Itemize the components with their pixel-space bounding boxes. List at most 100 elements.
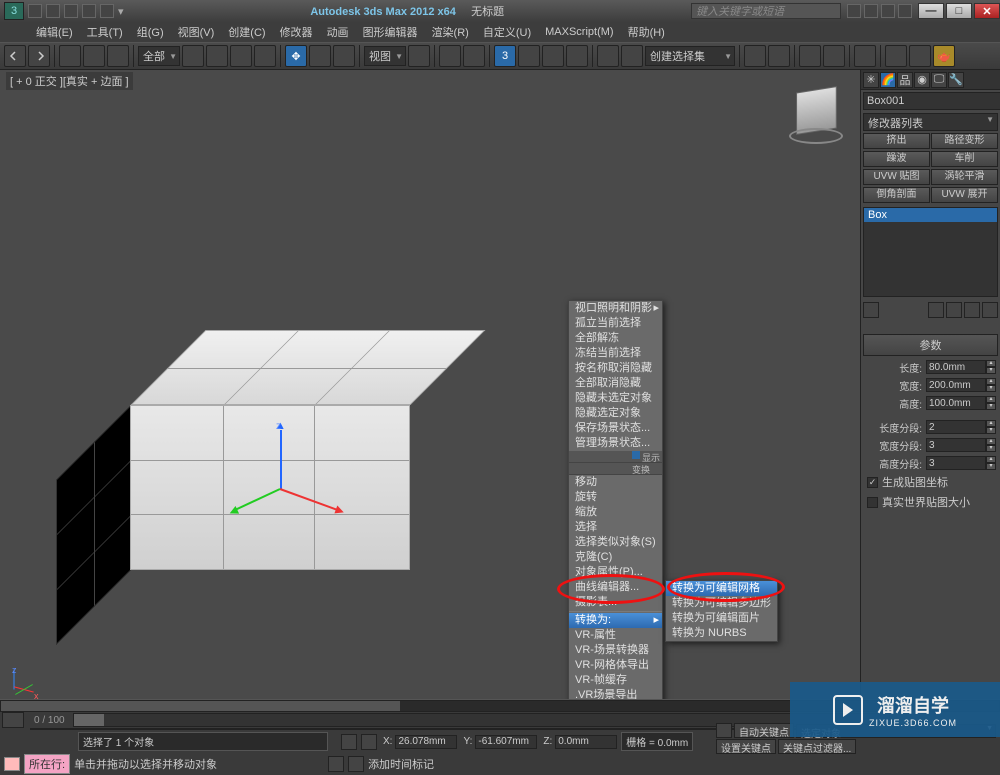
context-item[interactable]: 保存场景状态... <box>569 421 662 436</box>
viewport-label[interactable]: [ + 0 正交 ][真实 + 边面 ] <box>6 72 133 90</box>
close-button[interactable]: ✕ <box>974 3 1000 19</box>
menu-views[interactable]: 视图(V) <box>172 22 221 42</box>
show-end-result-icon[interactable] <box>928 302 944 318</box>
favorites-icon[interactable] <box>881 4 895 18</box>
unlink-button[interactable] <box>83 45 105 67</box>
modifier-button[interactable]: 挤出 <box>863 133 930 149</box>
snap-toggle-button[interactable]: 3 <box>494 45 516 67</box>
menu-create[interactable]: 创建(C) <box>222 22 271 42</box>
set-key-icon[interactable] <box>716 723 732 738</box>
percent-snap-button[interactable] <box>542 45 564 67</box>
qat-icon[interactable] <box>82 4 96 18</box>
ref-coord-dropdown[interactable]: 视图 <box>364 46 406 66</box>
qat-icon[interactable] <box>28 4 42 18</box>
time-tag-icon[interactable] <box>348 756 364 772</box>
modifier-button[interactable]: 倒角剖面 <box>863 187 930 203</box>
submenu-item-editable-mesh[interactable]: 转换为可编辑网格 <box>666 581 777 596</box>
key-filters-button[interactable]: 关键点过滤器... <box>778 739 856 754</box>
select-manipulate-button[interactable] <box>439 45 461 67</box>
selection-filter-dropdown[interactable]: 全部 <box>138 46 180 66</box>
context-item[interactable]: VR-属性 <box>569 628 662 643</box>
select-region-button[interactable] <box>230 45 252 67</box>
select-and-move-button[interactable]: ✥ <box>285 45 307 67</box>
create-tab-icon[interactable]: ✳ <box>863 72 879 88</box>
context-item-clone[interactable]: 克隆(C) <box>569 550 662 565</box>
lock-selection-icon[interactable] <box>341 734 357 750</box>
set-key-button[interactable]: 设置关键点 <box>716 739 776 754</box>
infocenter-icon[interactable] <box>847 4 861 18</box>
material-editor-button[interactable] <box>854 45 876 67</box>
named-selection-sets-dropdown[interactable]: 创建选择集 <box>645 46 735 66</box>
viewcube[interactable] <box>786 80 846 140</box>
context-item[interactable]: VR-帧缓存 <box>569 673 662 688</box>
render-production-button[interactable]: 🫖 <box>933 45 955 67</box>
modifier-button[interactable]: 躁波 <box>863 151 930 167</box>
spinner-snap-button[interactable] <box>566 45 588 67</box>
context-item[interactable]: VR-场景转换器 <box>569 643 662 658</box>
render-setup-button[interactable] <box>885 45 907 67</box>
script-listener-icon[interactable] <box>4 757 20 771</box>
modifier-list-dropdown[interactable]: 修改器列表 <box>863 113 998 131</box>
context-item[interactable]: 隐藏选定对象 <box>569 406 662 421</box>
keyboard-shortcut-button[interactable] <box>463 45 485 67</box>
context-item-convert-to[interactable]: 转换为: <box>569 613 662 628</box>
help-icon[interactable] <box>898 4 912 18</box>
param-wseg-spinner[interactable]: 3 <box>926 438 986 452</box>
redo-button[interactable] <box>28 45 50 67</box>
submenu-item-editable-poly[interactable]: 转换为可编辑多边形 <box>666 596 777 611</box>
display-tab-icon[interactable]: 🖵 <box>931 72 947 88</box>
menu-group[interactable]: 组(G) <box>131 22 170 42</box>
remove-modifier-icon[interactable] <box>964 302 980 318</box>
menu-animation[interactable]: 动画 <box>321 22 355 42</box>
angle-snap-button[interactable] <box>518 45 540 67</box>
context-item-scale[interactable]: 缩放 <box>569 505 662 520</box>
context-item[interactable]: 全部解冻 <box>569 331 662 346</box>
make-unique-icon[interactable] <box>946 302 962 318</box>
stack-item-box[interactable]: Box <box>864 208 997 222</box>
modifier-button[interactable]: 车削 <box>931 151 998 167</box>
context-item[interactable]: 摄影表... <box>569 595 662 610</box>
coord-x-field[interactable]: 26.078mm <box>395 735 457 749</box>
auto-key-button[interactable]: 自动关键点 <box>734 723 794 738</box>
modifier-button[interactable]: UVW 贴图 <box>863 169 930 185</box>
context-item[interactable]: 隐藏未选定对象 <box>569 391 662 406</box>
param-width-spinner[interactable]: 200.0mm <box>926 378 986 392</box>
context-item[interactable]: 冻结当前选择 <box>569 346 662 361</box>
isolate-icon[interactable] <box>328 756 344 772</box>
select-and-scale-button[interactable] <box>333 45 355 67</box>
menu-customize[interactable]: 自定义(U) <box>477 22 537 42</box>
context-item-move[interactable]: 移动 <box>569 475 662 490</box>
absolute-mode-icon[interactable] <box>361 734 377 750</box>
modifier-button[interactable]: 涡轮平滑 <box>931 169 998 185</box>
hierarchy-tab-icon[interactable]: 品 <box>897 72 913 88</box>
context-item-rotate[interactable]: 旋转 <box>569 490 662 505</box>
menu-rendering[interactable]: 渲染(R) <box>426 22 475 42</box>
context-item[interactable]: 曲线编辑器... <box>569 580 662 595</box>
gen-map-coords-checkbox[interactable]: ✓ <box>867 477 878 488</box>
menu-tools[interactable]: 工具(T) <box>81 22 129 42</box>
window-crossing-button[interactable] <box>254 45 276 67</box>
select-and-rotate-button[interactable] <box>309 45 331 67</box>
coord-y-field[interactable]: -61.607mm <box>475 735 537 749</box>
modifier-button[interactable]: 路径变形 <box>931 133 998 149</box>
context-item[interactable]: 孤立当前选择 <box>569 316 662 331</box>
align-button[interactable] <box>744 45 766 67</box>
configure-sets-icon[interactable] <box>982 302 998 318</box>
signin-icon[interactable] <box>864 4 878 18</box>
context-item[interactable]: 管理场景状态... <box>569 436 662 451</box>
maximize-button[interactable]: □ <box>946 3 972 19</box>
named-selection-button[interactable] <box>597 45 619 67</box>
submenu-item-editable-patch[interactable]: 转换为可编辑面片 <box>666 611 777 626</box>
context-item[interactable]: 选择类似对象(S) <box>569 535 662 550</box>
select-by-name-button[interactable] <box>206 45 228 67</box>
qat-icon[interactable] <box>46 4 60 18</box>
qat-icon[interactable] <box>64 4 78 18</box>
coord-z-field[interactable]: 0.0mm <box>555 735 617 749</box>
viewport[interactable]: [ + 0 正交 ][真实 + 边面 ] z z x 视口照明和阴影 孤立当前选… <box>0 70 860 699</box>
help-search-input[interactable]: 键入关键字或短语 <box>691 3 841 19</box>
qat-icon[interactable] <box>100 4 114 18</box>
undo-button[interactable] <box>4 45 26 67</box>
bind-button[interactable] <box>107 45 129 67</box>
context-item-select[interactable]: 选择 <box>569 520 662 535</box>
modifier-stack[interactable]: Box <box>863 207 998 297</box>
